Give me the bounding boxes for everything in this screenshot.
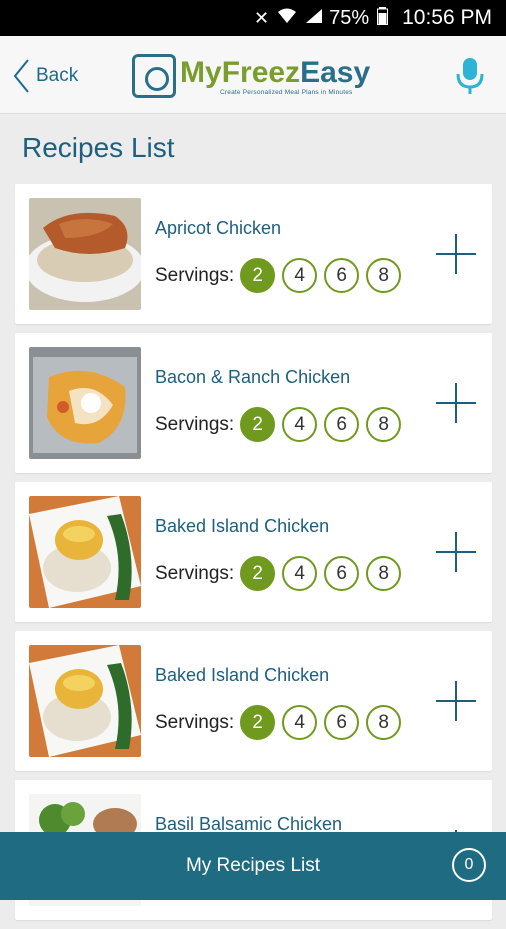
recipe-name: Baked Island Chicken (155, 665, 330, 685)
app-header: Back MyFreezEasy Create Personalized Mea… (0, 36, 506, 114)
logo-word-easy: Easy (300, 55, 371, 89)
recipe-card[interactable]: Apricot Chicken Servings: 2 4 6 8 (15, 184, 492, 324)
recipe-image (29, 496, 141, 608)
recipe-card[interactable]: Baked Island Chicken Servings: 2 4 6 8 (15, 482, 492, 622)
servings-option-6[interactable]: 6 (324, 705, 360, 740)
chevron-left-icon (13, 59, 29, 93)
add-recipe-button[interactable] (434, 530, 478, 574)
servings-option-2[interactable]: 2 (240, 407, 276, 442)
servings-option-8[interactable]: 8 (366, 705, 402, 740)
add-recipe-button[interactable] (434, 381, 478, 425)
servings-label: Servings: (155, 562, 235, 584)
servings-option-4[interactable]: 4 (282, 258, 318, 293)
servings-option-6[interactable]: 6 (324, 258, 360, 293)
plus-icon (436, 383, 476, 423)
servings-selector: Servings: 2 4 6 8 (155, 258, 408, 293)
servings-option-8[interactable]: 8 (366, 556, 402, 591)
status-bar: ✕ 75% 10:56 PM (0, 0, 506, 36)
servings-option-8[interactable]: 8 (366, 407, 402, 442)
recipe-image (29, 347, 141, 459)
recipe-image (29, 645, 141, 757)
recipe-count-badge: 0 (452, 848, 486, 882)
recipe-card[interactable]: Baked Island Chicken Servings: 2 4 6 8 (15, 631, 492, 771)
logo-word-my: My (180, 55, 222, 89)
back-label: Back (36, 65, 79, 86)
my-recipes-list-label: My Recipes List (185, 855, 321, 876)
servings-selector: Servings: 2 4 6 8 (155, 705, 408, 740)
add-recipe-button[interactable] (434, 679, 478, 723)
mute-icon: ✕ (253, 7, 270, 28)
wifi-icon (277, 8, 297, 29)
recipe-name: Apricot Chicken (155, 218, 282, 238)
servings-label: Servings: (155, 264, 235, 286)
microphone-icon (456, 58, 484, 94)
signal-icon (305, 8, 323, 29)
my-recipes-list-bar[interactable]: My Recipes List 0 (0, 832, 506, 900)
servings-option-4[interactable]: 4 (282, 407, 318, 442)
servings-option-6[interactable]: 6 (324, 556, 360, 591)
servings-option-2[interactable]: 2 (240, 705, 276, 740)
recipe-name: Baked Island Chicken (155, 516, 330, 536)
add-recipe-button[interactable] (434, 232, 478, 276)
servings-option-4[interactable]: 4 (282, 705, 318, 740)
logo-tagline: Create Personalized Meal Plans in Minute… (220, 88, 353, 96)
servings-selector: Servings: 2 4 6 8 (155, 407, 408, 442)
servings-selector: Servings: 2 4 6 8 (155, 556, 408, 591)
servings-option-4[interactable]: 4 (282, 556, 318, 591)
app-logo: MyFreezEasy Create Personalized Meal Pla… (132, 52, 370, 100)
recipe-card[interactable]: Bacon & Ranch Chicken Servings: 2 4 6 8 (15, 333, 492, 473)
battery-percent: 75% (329, 6, 370, 29)
servings-label: Servings: (155, 711, 235, 733)
servings-option-2[interactable]: 2 (240, 258, 276, 293)
plus-icon (436, 234, 476, 274)
recipe-image (29, 198, 141, 310)
servings-label: Servings: (155, 413, 235, 435)
microphone-button[interactable] (452, 56, 488, 96)
plus-icon (436, 532, 476, 572)
back-button[interactable]: Back (12, 56, 78, 96)
recipe-name: Bacon & Ranch Chicken (155, 367, 351, 387)
recipe-list: Apricot Chicken Servings: 2 4 6 8 Bacon … (15, 184, 492, 929)
clock: 10:56 PM (402, 6, 492, 29)
servings-option-8[interactable]: 8 (366, 258, 402, 293)
battery-icon (377, 6, 389, 30)
plus-icon (436, 681, 476, 721)
logo-mark-icon (132, 54, 176, 98)
page-title: Recipes List (22, 132, 175, 163)
servings-option-6[interactable]: 6 (324, 407, 360, 442)
servings-option-2[interactable]: 2 (240, 556, 276, 591)
logo-word-freez: Freez (221, 55, 301, 89)
